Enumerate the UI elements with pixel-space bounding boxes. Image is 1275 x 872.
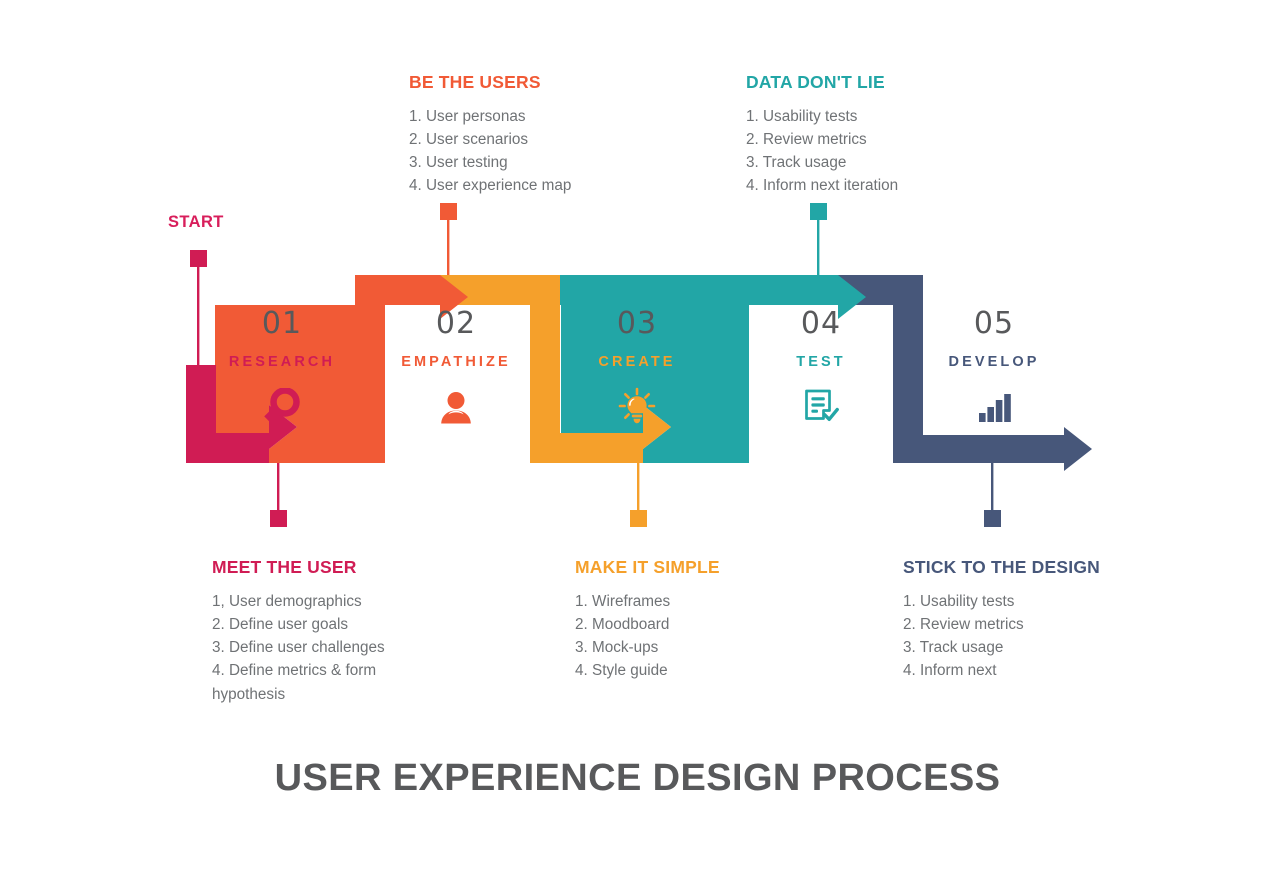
list-item: 4. User experience map bbox=[409, 177, 572, 195]
list-item: 4. Define metrics & form hypothesis bbox=[212, 662, 377, 703]
list-item: 1. Wireframes bbox=[575, 592, 671, 610]
step-number-05: 05 bbox=[973, 306, 1015, 341]
list-item: 1. User personas bbox=[409, 107, 526, 125]
list-item: 4. Style guide bbox=[575, 662, 668, 680]
step-block-05[interactable]: 05 DEVELOP bbox=[909, 309, 1079, 427]
list-item: 2. Review metrics bbox=[903, 615, 1024, 633]
lightbulb-icon bbox=[552, 387, 722, 427]
callout-title: DATA DON'T LIE bbox=[746, 72, 885, 92]
bar-chart-icon bbox=[909, 387, 1079, 427]
list-item: 4. Inform next bbox=[903, 662, 997, 680]
list-item: 1. Usability tests bbox=[746, 107, 858, 125]
callout-title: BE THE USERS bbox=[409, 72, 541, 92]
connector-stick-to-the-design bbox=[984, 455, 1001, 527]
step-label-01: RESEARCH bbox=[228, 354, 336, 370]
step-number-02: 02 bbox=[435, 306, 477, 341]
step-block-04[interactable]: 04 TEST bbox=[736, 309, 906, 427]
connector-make-it-simple bbox=[630, 455, 647, 527]
step-label-05: DEVELOP bbox=[948, 354, 1040, 370]
callout-list: 1. Usability tests 2. Review metrics 3. … bbox=[903, 590, 1203, 683]
connector-be-the-users bbox=[440, 203, 457, 282]
list-item: 1, User demographics bbox=[212, 592, 362, 610]
checklist-icon bbox=[736, 387, 906, 427]
callout-title: MEET THE USER bbox=[212, 557, 357, 577]
callout-list: 1, User demographics 2. Define user goal… bbox=[212, 590, 512, 706]
step-number-01: 01 bbox=[261, 306, 303, 341]
callout-data-dont-lie: DATA DON'T LIE 1. Usability tests 2. Rev… bbox=[746, 72, 1046, 198]
connector-data-dont-lie bbox=[810, 203, 827, 282]
list-item: 2. User scenarios bbox=[409, 130, 529, 148]
magnifier-icon bbox=[197, 387, 367, 427]
step-number-04: 04 bbox=[800, 306, 842, 341]
callout-list: 1. Wireframes 2. Moodboard 3. Mock-ups 4… bbox=[575, 590, 865, 683]
page-title: USER EXPERIENCE DESIGN PROCESS bbox=[274, 757, 1001, 799]
step-label-03: CREATE bbox=[598, 354, 676, 370]
start-label: START bbox=[168, 213, 224, 231]
callout-title: MAKE IT SIMPLE bbox=[575, 557, 720, 577]
list-item: 3. Mock-ups bbox=[575, 639, 659, 657]
step-block-01[interactable]: 01 RESEARCH bbox=[197, 309, 367, 427]
infographic-canvas: START 01 RESEARCH 02 EMPATHIZE 03 CREATE bbox=[0, 0, 1275, 872]
step-number-03: 03 bbox=[616, 306, 658, 341]
list-item: 3. User testing bbox=[409, 154, 508, 172]
list-item: 2. Define user goals bbox=[212, 615, 349, 633]
callout-make-it-simple: MAKE IT SIMPLE 1. Wireframes 2. Moodboar… bbox=[575, 557, 865, 683]
step-block-03[interactable]: 03 CREATE bbox=[552, 309, 722, 427]
step-label-02: EMPATHIZE bbox=[401, 354, 511, 370]
list-item: 4. Inform next iteration bbox=[746, 177, 899, 195]
list-item: 3. Define user challenges bbox=[212, 639, 385, 657]
list-item: 2. Review metrics bbox=[746, 130, 867, 148]
list-item: 3. Track usage bbox=[746, 154, 847, 172]
connector-meet-the-user bbox=[270, 455, 287, 527]
step-block-02[interactable]: 02 EMPATHIZE bbox=[371, 309, 541, 427]
callout-list: 1. Usability tests 2. Review metrics 3. … bbox=[746, 105, 1046, 198]
callout-meet-the-user: MEET THE USER 1, User demographics 2. De… bbox=[212, 557, 512, 706]
callout-list: 1. User personas 2. User scenarios 3. Us… bbox=[409, 105, 719, 198]
list-item: 3. Track usage bbox=[903, 639, 1004, 657]
callout-title: STICK TO THE DESIGN bbox=[903, 557, 1100, 577]
callout-be-the-users: BE THE USERS 1. User personas 2. User sc… bbox=[409, 72, 719, 198]
step-label-04: TEST bbox=[796, 354, 846, 370]
list-item: 2. Moodboard bbox=[575, 615, 670, 633]
user-icon bbox=[371, 387, 541, 427]
list-item: 1. Usability tests bbox=[903, 592, 1015, 610]
callout-stick-to-the-design: STICK TO THE DESIGN 1. Usability tests 2… bbox=[903, 557, 1203, 683]
